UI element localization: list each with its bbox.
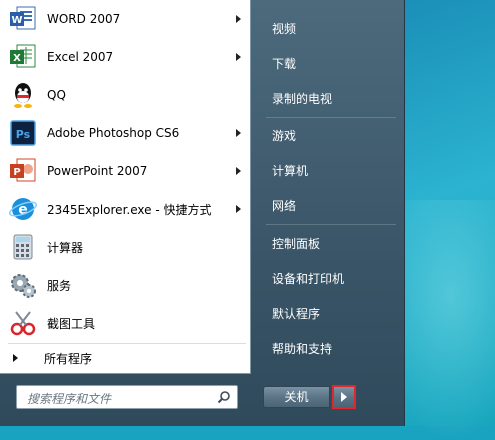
program-list-panel: W WORD 2007 X Excel 2007 QQ Ps Adobe Pho… (0, 0, 251, 374)
program-label: 2345Explorer.exe - 快捷方式 (47, 202, 212, 217)
program-item-calculator[interactable]: 计算器 (0, 228, 251, 266)
submenu-arrow-icon (236, 53, 241, 61)
link-label: 视频 (272, 22, 297, 36)
start-menu: W WORD 2007 X Excel 2007 QQ Ps Adobe Pho… (0, 0, 405, 426)
program-item-excel[interactable]: X Excel 2007 (0, 38, 251, 76)
link-label: 帮助和支持 (272, 342, 333, 356)
search-input[interactable]: 搜索程序和文件 (16, 385, 238, 409)
program-label: QQ (47, 88, 66, 102)
program-item-services[interactable]: 服务 (0, 266, 251, 304)
photoshop-icon: Ps (8, 118, 38, 148)
link-computer[interactable]: 计算机 (260, 155, 400, 185)
divider (8, 343, 246, 344)
link-label: 下载 (272, 57, 297, 71)
program-item-snipping-tool[interactable]: 截图工具 (0, 304, 251, 342)
submenu-arrow-icon (236, 15, 241, 23)
snipping-tool-icon (8, 308, 38, 338)
program-label: PowerPoint 2007 (47, 164, 148, 178)
link-games[interactable]: 游戏 (260, 120, 400, 150)
link-label: 网络 (272, 199, 297, 213)
program-label: 服务 (47, 278, 72, 293)
program-label: 截图工具 (47, 316, 96, 331)
link-label: 控制面板 (272, 237, 321, 251)
svg-text:Ps: Ps (16, 128, 31, 141)
excel-icon: X (8, 42, 38, 72)
program-item-photoshop[interactable]: Ps Adobe Photoshop CS6 (0, 114, 251, 152)
svg-text:W: W (11, 15, 22, 26)
link-network[interactable]: 网络 (260, 190, 400, 220)
link-label: 录制的电视 (272, 92, 333, 106)
link-label: 默认程序 (272, 307, 321, 321)
submenu-arrow-icon (236, 129, 241, 137)
powerpoint-icon: P (8, 156, 38, 186)
expand-arrow-icon (13, 354, 18, 362)
link-devices-printers[interactable]: 设备和打印机 (260, 263, 400, 293)
search-icon[interactable] (217, 390, 231, 404)
submenu-arrow-icon (236, 205, 241, 213)
program-item-qq[interactable]: QQ (0, 76, 251, 114)
calculator-icon (8, 232, 38, 262)
link-control-panel[interactable]: 控制面板 (260, 228, 400, 258)
link-default-programs[interactable]: 默认程序 (260, 298, 400, 328)
play-arrow-icon (341, 392, 347, 402)
link-label: 游戏 (272, 129, 297, 143)
link-label: 计算机 (272, 164, 309, 178)
shutdown-options-button[interactable] (332, 385, 356, 409)
search-placeholder: 搜索程序和文件 (27, 392, 112, 406)
all-programs-button[interactable]: 所有程序 (0, 346, 251, 370)
program-label: Adobe Photoshop CS6 (47, 126, 180, 140)
link-label: 设备和打印机 (272, 272, 345, 286)
program-item-word[interactable]: W WORD 2007 (0, 0, 251, 38)
program-item-powerpoint[interactable]: P PowerPoint 2007 (0, 152, 251, 190)
desktop-background (395, 0, 495, 440)
divider (266, 117, 396, 118)
link-help-support[interactable]: 帮助和支持 (260, 333, 400, 363)
services-gear-icon (8, 270, 38, 300)
svg-text:X: X (13, 53, 21, 64)
svg-text:P: P (13, 167, 20, 178)
link-downloads[interactable]: 下载 (260, 48, 400, 78)
qq-icon (8, 80, 38, 110)
all-programs-label: 所有程序 (44, 352, 93, 366)
link-recorded-tv[interactable]: 录制的电视 (260, 83, 400, 113)
browser-icon: e (8, 194, 38, 224)
program-label: Excel 2007 (47, 50, 114, 64)
program-label: 计算器 (47, 240, 84, 255)
shutdown-button[interactable]: 关机 (263, 386, 330, 408)
submenu-arrow-icon (236, 167, 241, 175)
divider (266, 224, 396, 225)
program-label: WORD 2007 (47, 12, 121, 26)
link-videos[interactable]: 视频 (260, 13, 400, 43)
program-item-2345explorer[interactable]: e 2345Explorer.exe - 快捷方式 (0, 190, 251, 228)
word-icon: W (8, 4, 38, 34)
